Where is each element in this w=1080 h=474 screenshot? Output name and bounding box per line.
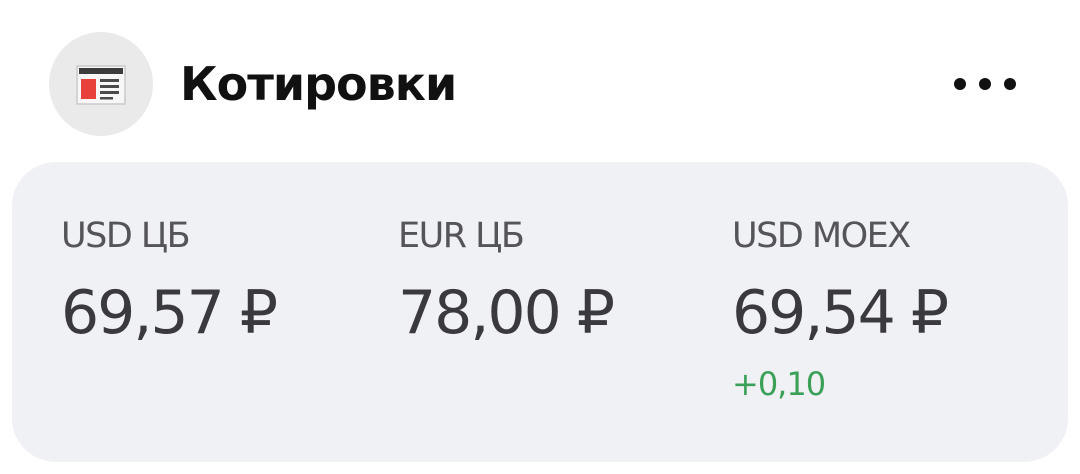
- quote-value: 69,54 ₽: [732, 278, 949, 348]
- quote-usd-cb[interactable]: USD ЦБ 69,57 ₽: [61, 212, 278, 352]
- quote-label: USD ЦБ: [61, 216, 191, 256]
- quote-usd-moex[interactable]: USD MOEX 69,54 ₽ +0,10: [732, 212, 949, 406]
- quote-value: 78,00 ₽: [398, 278, 615, 348]
- quotes-card: USD ЦБ 69,57 ₽ EUR ЦБ 78,00 ₽ USD MOEX 6…: [12, 162, 1068, 462]
- quote-label: EUR ЦБ: [398, 216, 525, 256]
- quote-value: 69,57 ₽: [61, 278, 278, 348]
- quote-label: USD MOEX: [732, 216, 911, 256]
- newspaper-icon: [76, 65, 126, 105]
- widget-title: Котировки: [180, 57, 457, 111]
- more-button[interactable]: [950, 66, 1020, 102]
- widget-header: Котировки: [0, 0, 1080, 150]
- quote-change: +0,10: [732, 365, 826, 403]
- quote-eur-cb[interactable]: EUR ЦБ 78,00 ₽: [398, 212, 615, 352]
- app-icon[interactable]: [49, 32, 153, 136]
